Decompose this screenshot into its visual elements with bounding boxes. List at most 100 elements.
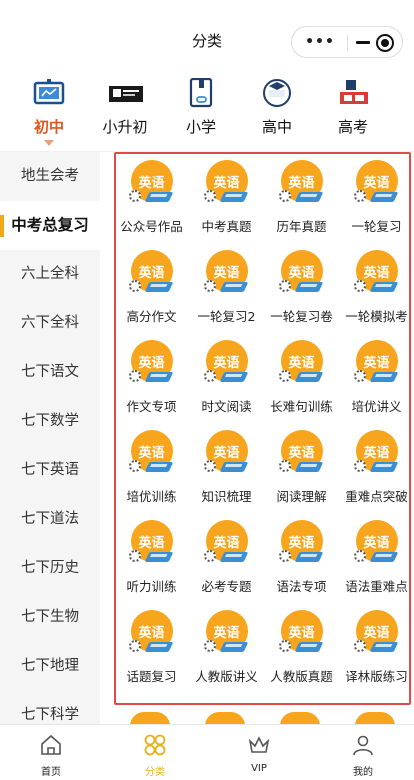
resource-tile[interactable]: 英语 译林版练习 (339, 610, 414, 700)
book-icon (369, 642, 398, 652)
sidebar-item[interactable]: 七下生物 (0, 593, 100, 642)
sidebar-item[interactable]: 七下历史 (0, 544, 100, 593)
resource-tile[interactable]: 英语 一轮模拟考 (339, 250, 414, 340)
resource-tile[interactable]: 英语 中考真题 (189, 160, 264, 250)
sidebar-item[interactable]: 七下英语 (0, 446, 100, 495)
tab-category[interactable]: 分类 (120, 733, 190, 778)
english-badge-icon: 英语 (128, 520, 175, 566)
badge-text: 英语 (213, 176, 240, 191)
resource-tile[interactable]: 英语 人教版真题 (264, 610, 339, 700)
ball-icon (128, 280, 141, 292)
resource-label: 一轮复习卷 (270, 309, 333, 324)
badge-text: 英语 (363, 356, 390, 371)
graduation-badge-icon (261, 78, 293, 108)
resource-tile[interactable]: 英语 阅读理解 (264, 430, 339, 520)
resource-tile[interactable]: 英语 必考专题 (189, 520, 264, 610)
mini-program-capsule: ••• (291, 26, 403, 58)
minimize-icon[interactable] (356, 41, 370, 44)
book-icon (294, 192, 323, 202)
resource-tile[interactable]: 英语 培优讲义 (339, 340, 414, 430)
more-options-button[interactable]: ••• (302, 33, 338, 51)
resource-tile[interactable]: 英语 一轮复习卷 (264, 250, 339, 340)
ball-icon (353, 460, 366, 472)
close-target-icon[interactable] (376, 34, 394, 52)
badge-text: 英语 (288, 446, 315, 461)
tab-home[interactable]: 首页 (16, 733, 86, 778)
level-tab-label: 高中 (261, 118, 292, 136)
english-badge-icon: 英语 (203, 520, 250, 566)
ball-icon (278, 460, 291, 472)
resource-tile[interactable]: 英语 知识梳理 (189, 430, 264, 520)
badge-text: 英语 (213, 536, 240, 551)
english-badge-icon: 英语 (128, 430, 175, 476)
ball-icon (203, 550, 216, 562)
level-tab-label: 小升初 (102, 118, 148, 136)
level-tab-gaozhong[interactable]: 高中 (242, 78, 312, 146)
resource-tile[interactable]: 英语 时文阅读 (189, 340, 264, 430)
book-icon (369, 282, 398, 292)
english-badge-icon: 英语 (353, 610, 400, 656)
user-icon (351, 733, 375, 757)
gaokao-icon (337, 78, 369, 108)
ball-icon (203, 190, 216, 202)
ball-icon (128, 370, 141, 382)
resource-tile[interactable]: 英语 公众号作品 (114, 160, 189, 250)
resource-tile[interactable]: 英语 作文专项 (114, 340, 189, 430)
level-tab-xiaoxue[interactable]: 小学 (166, 77, 236, 146)
resource-tile[interactable]: 英语 一轮复习 (339, 160, 414, 250)
english-badge-icon: 英语 (203, 250, 250, 296)
english-badge-icon: 英语 (353, 520, 400, 566)
book-icon (219, 642, 248, 652)
resource-tile[interactable]: 英语 历年真题 (264, 160, 339, 250)
resource-tile[interactable]: 英语 语法重难点 (339, 520, 414, 610)
resource-tile[interactable]: 英语 培优训练 (114, 430, 189, 520)
tab-vip[interactable]: VIP (224, 733, 294, 774)
resource-label: 话题复习 (126, 669, 177, 684)
resource-tile[interactable]: 英语 重难点突破 (339, 430, 414, 520)
sidebar-item[interactable]: 地生会考 (0, 152, 100, 201)
badge-text: 英语 (288, 356, 315, 371)
resource-tile[interactable]: 英语 听力训练 (114, 520, 189, 610)
level-tab-xiaoshengchu[interactable]: 小升初 (90, 78, 160, 146)
sidebar-item[interactable]: 六上全科 (0, 250, 100, 299)
sidebar-item[interactable]: 七下数学 (0, 397, 100, 446)
level-tab-chuzhong[interactable]: 初中 (14, 78, 84, 146)
resource-tile[interactable]: 英语 长难句训练 (264, 340, 339, 430)
sidebar-item-active[interactable]: 中考总复习 (0, 201, 100, 250)
ball-icon (203, 460, 216, 472)
resource-tile[interactable]: 英语 高分作文 (114, 250, 189, 340)
resource-tile[interactable]: 英语 人教版讲义 (189, 610, 264, 700)
sidebar-item[interactable]: 七下道法 (0, 495, 100, 544)
badge-text: 英语 (363, 446, 390, 461)
level-tab-label: 高考 (337, 118, 368, 136)
english-badge-icon: 英语 (353, 160, 400, 206)
english-badge-icon: 英语 (278, 160, 325, 206)
sidebar-item[interactable]: 六下全科 (0, 299, 100, 348)
resource-label: 必考专题 (201, 579, 252, 594)
english-badge-icon: 英语 (203, 160, 250, 206)
resource-label: 中考真题 (201, 219, 252, 234)
resource-label: 知识梳理 (201, 489, 252, 504)
ball-icon (278, 550, 291, 562)
tab-mine[interactable]: 我的 (328, 733, 398, 778)
capsule-divider (347, 35, 348, 51)
ball-icon (203, 640, 216, 652)
english-badge-icon: 英语 (278, 520, 325, 566)
active-caret-icon (44, 140, 54, 146)
book-icon (369, 372, 398, 382)
resource-tile[interactable]: 英语 一轮复习2 (189, 250, 264, 340)
badge-text: 英语 (213, 356, 240, 371)
sidebar-item[interactable]: 七下语文 (0, 348, 100, 397)
sidebar-item[interactable]: 七下科学 (0, 691, 100, 724)
resource-label: 高分作文 (126, 309, 177, 324)
sidebar-item[interactable]: 七下地理 (0, 642, 100, 691)
level-tab-gaokao[interactable]: 高考 (318, 78, 388, 146)
badge-text: 英语 (288, 266, 315, 281)
resource-tile[interactable]: 英语 语法专项 (264, 520, 339, 610)
english-badge-icon: 英语 (353, 430, 400, 476)
resource-tile[interactable]: 英语 话题复习 (114, 610, 189, 700)
badge-text: 英语 (138, 536, 165, 551)
badge-text: 英语 (138, 266, 165, 281)
english-badge-icon: 英语 (278, 430, 325, 476)
ball-icon (353, 280, 366, 292)
